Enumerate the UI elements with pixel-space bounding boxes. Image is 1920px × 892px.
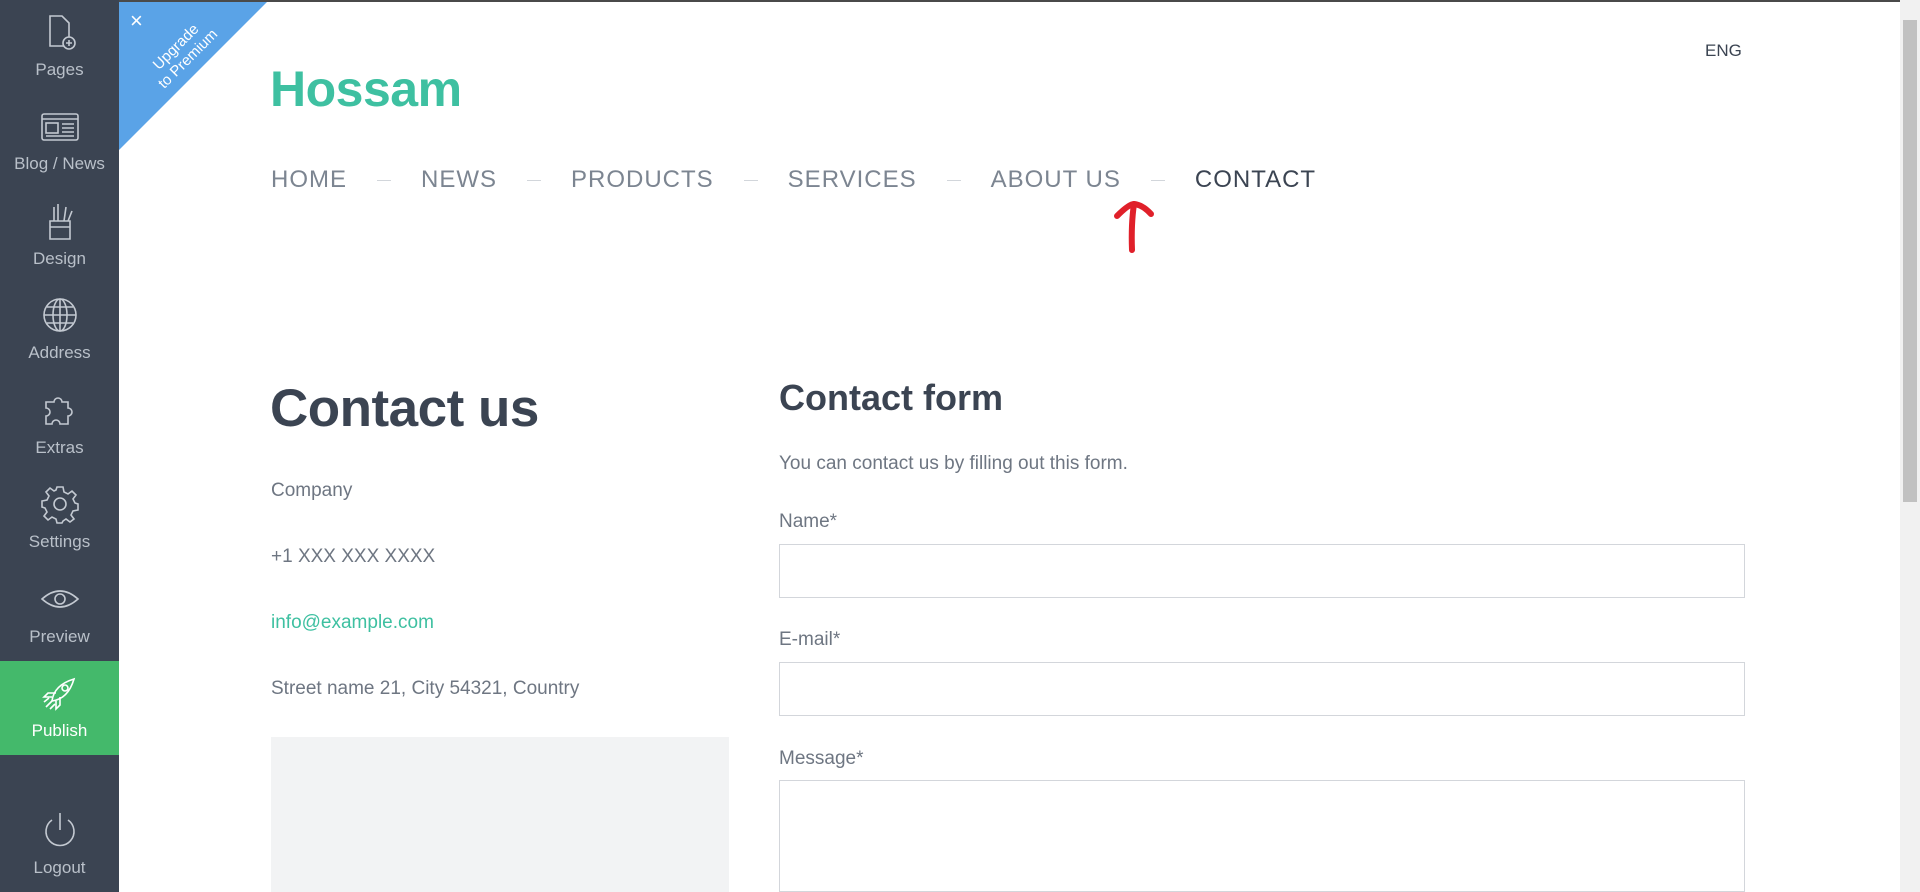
nav-services[interactable]: SERVICES: [788, 166, 917, 194]
phone-number: +1 XXX XXX XXXX: [271, 546, 436, 567]
language-switcher[interactable]: ENG: [1705, 41, 1742, 61]
scrollbar-thumb[interactable]: [1903, 20, 1917, 502]
message-textarea[interactable]: [779, 780, 1745, 892]
puzzle-icon: [44, 397, 73, 425]
sidebar-item-label: Pages: [35, 60, 84, 79]
sidebar-item-pages[interactable]: Pages: [0, 0, 119, 94]
power-icon: [44, 813, 75, 847]
eye-icon: [40, 590, 79, 608]
nav-separator: [1150, 179, 1165, 181]
nav-separator: [946, 179, 961, 181]
form-description: You can contact us by filling out this f…: [779, 453, 1128, 474]
page-title: Contact us: [270, 379, 539, 438]
sidebar-item-label: Extras: [35, 438, 84, 457]
form-title: Contact form: [779, 377, 1003, 418]
nav-home[interactable]: HOME: [271, 166, 347, 194]
sidebar-item-settings[interactable]: Settings: [0, 472, 119, 566]
rocket-icon: [41, 677, 75, 711]
sidebar-item-blog[interactable]: Blog / News: [0, 94, 119, 188]
sidebar-item-label: Logout: [33, 858, 86, 877]
close-icon[interactable]: ×: [130, 10, 143, 32]
sidebar-item-label: Preview: [29, 627, 90, 646]
publish-button[interactable]: Publish: [0, 661, 119, 755]
gear-icon: [40, 486, 79, 524]
map-placeholder[interactable]: [271, 737, 729, 892]
nav-products[interactable]: PRODUCTS: [571, 166, 714, 194]
page-add-icon: [48, 15, 76, 50]
site-logo[interactable]: Hossam: [270, 60, 462, 118]
sidebar-item-label: Settings: [28, 532, 91, 551]
email-input[interactable]: [779, 662, 1745, 716]
sidebar-item-preview[interactable]: Preview: [0, 567, 119, 661]
brush-cup-icon: [48, 204, 73, 240]
email-link[interactable]: info@example.com: [271, 612, 434, 634]
name-label: Name*: [779, 511, 838, 532]
message-label: Message*: [779, 748, 864, 769]
globe-icon: [42, 298, 77, 332]
newspaper-icon: [40, 113, 79, 141]
sidebar-item-label: Publish: [31, 721, 88, 740]
nav-separator: [527, 179, 541, 181]
company-name: Company: [271, 480, 353, 501]
main-navigation: HOME NEWS PRODUCTS SERVICES ABOUT US CON…: [271, 166, 1316, 194]
nav-separator: [743, 179, 758, 181]
street-address: Street name 21, City 54321, Country: [271, 678, 580, 699]
annotation-arrow-icon: [1114, 201, 1154, 253]
name-input[interactable]: [779, 544, 1745, 598]
logout-button[interactable]: Logout: [0, 798, 119, 892]
nav-separator: [377, 179, 391, 181]
upgrade-premium-ribbon[interactable]: Upgrade to Premium ×: [119, 0, 269, 150]
nav-contact[interactable]: CONTACT: [1195, 166, 1316, 194]
sidebar-item-design[interactable]: Design: [0, 189, 119, 283]
email-label: E-mail*: [779, 629, 841, 650]
sidebar-item-label: Design: [33, 249, 86, 268]
sidebar-item-extras[interactable]: Extras: [0, 378, 119, 472]
nav-about-us[interactable]: ABOUT US: [991, 166, 1121, 194]
sidebar-item-label: Address: [28, 343, 91, 362]
sidebar-item-address[interactable]: Address: [0, 283, 119, 377]
editor-sidebar: Pages Blog / News Design Address Extras: [0, 0, 119, 892]
sidebar-item-label: Blog / News: [14, 154, 105, 173]
nav-news[interactable]: NEWS: [421, 166, 497, 194]
top-border: [119, 0, 1920, 2]
